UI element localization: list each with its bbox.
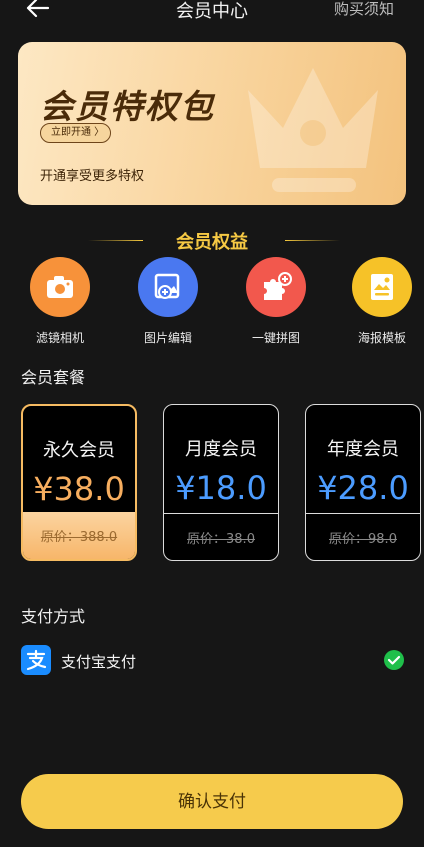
plan-original-bar: 原价：388.0 — [23, 512, 135, 559]
benefit-poster-template[interactable]: 海报模板 — [342, 257, 422, 347]
purchase-notice-link[interactable]: 购买须知 — [334, 0, 394, 19]
plan-price: ¥18.0 — [175, 469, 267, 507]
plan-name: 永久会员 — [43, 440, 115, 461]
plan-original-bar: 原价：98.0 — [306, 513, 420, 560]
plan-price: ¥38.0 — [33, 470, 125, 508]
poster-icon — [352, 257, 412, 317]
benefit-label: 滤镜相机 — [35, 331, 84, 345]
camera-icon — [30, 257, 90, 317]
plan-original-price: 原价：388.0 — [40, 530, 118, 545]
payment-method-label: 支付宝支付 — [61, 653, 137, 671]
activate-now-button[interactable]: 立即开通 〉 — [40, 123, 112, 143]
payment-method-title: 支付方式 — [21, 607, 86, 626]
benefit-label: 一键拼图 — [251, 331, 300, 345]
plan-name: 月度会员 — [185, 439, 257, 460]
benefits-title: 会员权益 — [176, 232, 248, 253]
benefit-label: 图片编辑 — [143, 331, 192, 345]
plan-original-price: 原价：38.0 — [187, 531, 255, 547]
banner-subtitle: 开通享受更多特权 — [40, 169, 145, 184]
divider-right — [285, 240, 340, 241]
vip-banner: 会员特权包 立即开通 〉 开通享受更多特权 — [18, 42, 406, 205]
plan-card-lifetime[interactable]: 永久会员 ¥38.0 原价：388.0 — [21, 404, 137, 561]
benefit-one-click-collage[interactable]: 一键拼图 — [236, 257, 316, 347]
plan-original-bar: 原价：38.0 — [164, 513, 278, 560]
benefit-image-edit[interactable]: 图片编辑 — [128, 257, 208, 347]
benefit-filter-camera[interactable]: 滤镜相机 — [20, 257, 100, 347]
image-edit-icon — [138, 257, 198, 317]
plans-title: 会员套餐 — [21, 368, 86, 387]
benefits-header: 会员权益 — [0, 228, 424, 253]
top-bar: 会员中心 购买须知 — [0, 0, 424, 24]
payment-option-alipay[interactable]: 支付宝支付 — [21, 645, 405, 677]
alipay-icon — [21, 645, 51, 675]
plan-price: ¥28.0 — [317, 469, 409, 507]
benefit-label: 海报模板 — [357, 331, 406, 345]
plan-name: 年度会员 — [327, 439, 399, 460]
crown-icon — [248, 68, 378, 192]
banner-title: 会员特权包 — [40, 87, 215, 126]
plan-original-price: 原价：98.0 — [329, 531, 397, 547]
check-circle-icon — [384, 650, 404, 670]
confirm-payment-button[interactable]: 确认支付 — [21, 774, 403, 829]
plan-card-monthly[interactable]: 月度会员 ¥18.0 原价：38.0 — [163, 404, 279, 561]
puzzle-icon — [246, 257, 306, 317]
plan-card-yearly[interactable]: 年度会员 ¥28.0 原价：98.0 — [305, 404, 421, 561]
